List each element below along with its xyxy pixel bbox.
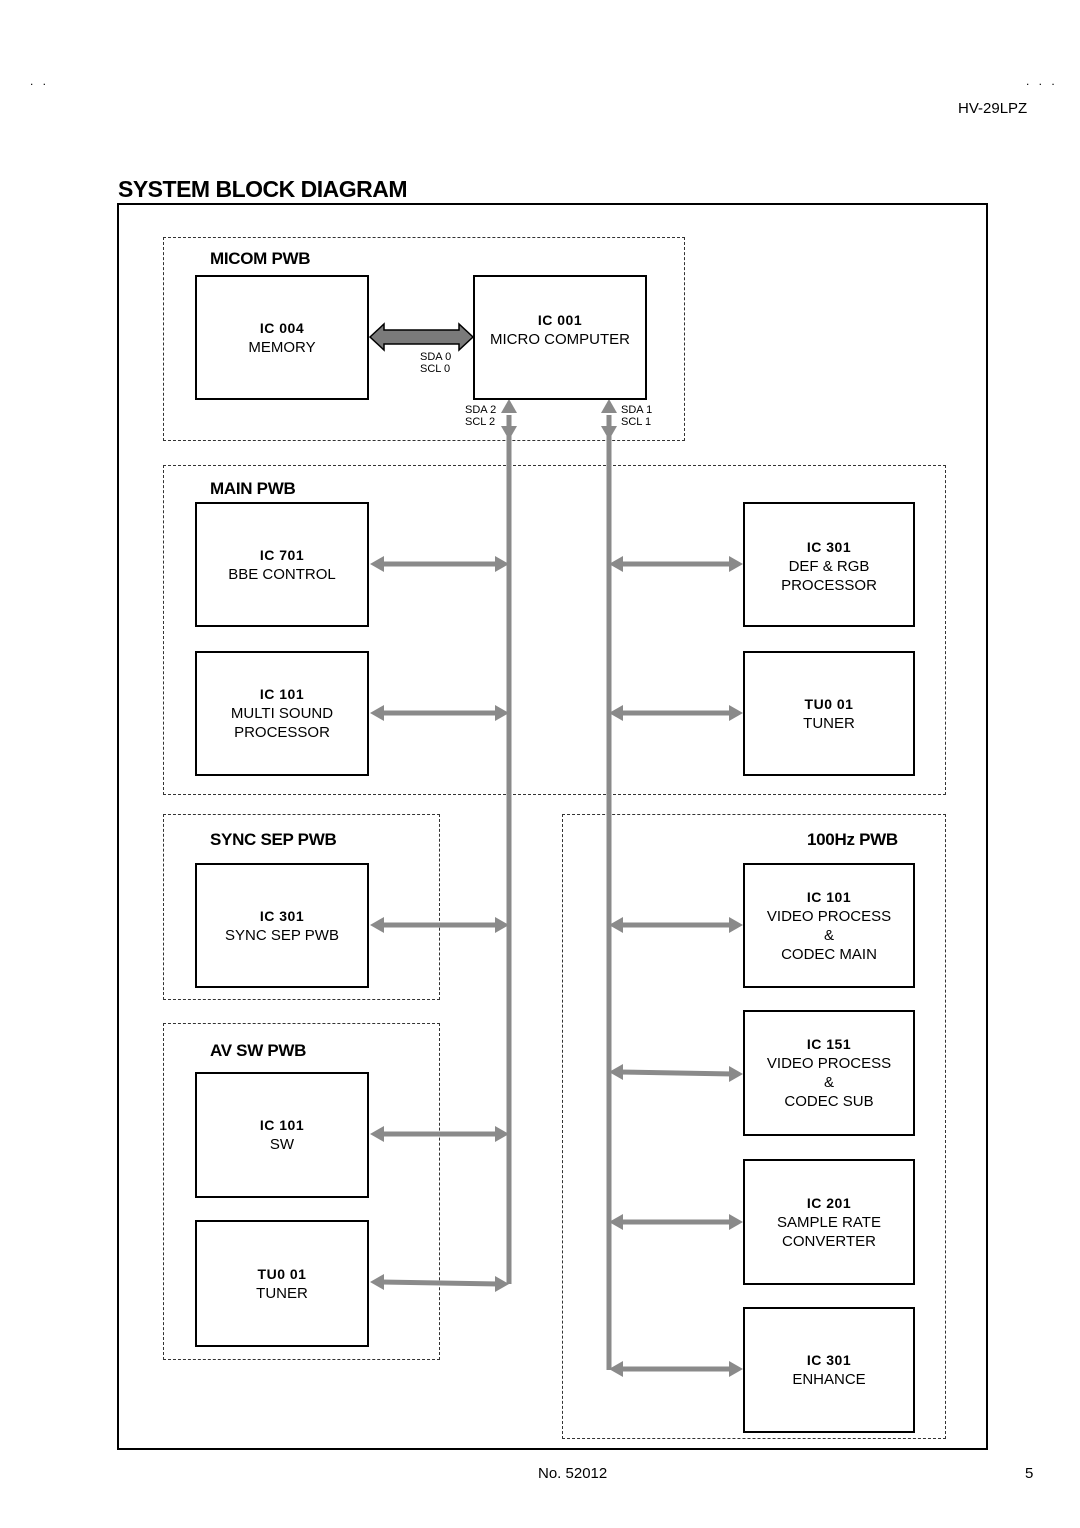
chip-id: IC 101 — [259, 686, 305, 702]
signal-label-bus1: SDA 1 SCL 1 — [621, 404, 652, 428]
chip-ic201-sample-rate: IC 201 SAMPLE RATE CONVERTER — [743, 1159, 915, 1285]
signal-sda2: SDA 2 — [465, 404, 497, 416]
chip-function: SW — [269, 1136, 295, 1153]
chip-function-line2: & — [823, 1074, 834, 1091]
chip-function-line2: PROCESSOR — [781, 577, 877, 594]
bus1-branch-ic301-def-head-right — [729, 556, 743, 572]
chip-ic301-sync-sep: IC 301 SYNC SEP PWB — [195, 863, 369, 988]
bus2-branch-sync-sep-head-left — [370, 917, 384, 933]
document-number: No. 52012 — [538, 1465, 608, 1482]
bus2-head-up — [501, 399, 517, 413]
chip-id: IC 101 — [806, 888, 852, 905]
chip-id: IC 001 — [537, 312, 583, 328]
signal-scl1: SCL 1 — [621, 416, 652, 428]
bus2-head-down — [501, 426, 517, 440]
chip-function-line1: MULTI SOUND — [230, 705, 334, 722]
bus2-branch-ic701-head-left — [370, 556, 384, 572]
chip-id: IC 301 — [259, 907, 305, 924]
bus2-branch-tuner-shaft — [379, 1279, 500, 1287]
chip-ic004-memory: IC 004 MEMORY — [195, 275, 369, 400]
signal-label-bus2: SDA 2 SCL 2 — [465, 404, 496, 428]
chip-function-line2: & — [823, 926, 834, 944]
chip-function: SYNC SEP PWB — [225, 926, 339, 944]
bus0-arrow — [368, 322, 475, 352]
chip-ic701-bbe-control: IC 701 BBE CONTROL — [195, 502, 369, 627]
chip-id: IC 101 — [259, 1117, 305, 1133]
chip-function-line1: DEF & RGB — [788, 558, 870, 575]
bus1-branch-codec-sub-head-right — [729, 1066, 743, 1082]
chip-id: IC 701 — [259, 546, 305, 563]
chip-function-line1: VIDEO PROCESS — [766, 907, 892, 925]
bus1-head-down — [601, 426, 617, 440]
signal-sda0: SDA 0 — [420, 351, 452, 363]
bus1-branch-codec-main-head-right — [729, 917, 743, 933]
bus1-branch-src-head-right — [729, 1214, 743, 1230]
page-number: 5 — [1025, 1465, 1034, 1482]
chip-function: TUNER — [803, 714, 855, 732]
bus2-branch-tuner-head-left — [370, 1274, 384, 1290]
chip-ic101-sw: IC 101 SW — [195, 1072, 369, 1198]
bus1-head-up — [601, 399, 617, 413]
chip-ic301-enhance: IC 301 ENHANCE — [743, 1307, 915, 1433]
chip-id: TU0 01 — [804, 695, 854, 712]
chip-function: BBE CONTROL — [228, 565, 336, 583]
chip-function-line1: VIDEO PROCESS — [766, 1055, 892, 1072]
chip-id: IC 201 — [806, 1194, 852, 1211]
bus2-branch-sw-head-left — [370, 1126, 384, 1142]
signal-sda1: SDA 1 — [621, 404, 653, 416]
chip-tu001-tuner-main: TU0 01 TUNER — [743, 651, 915, 776]
signal-scl0: SCL 0 — [420, 363, 451, 375]
chip-function-line2: CONVERTER — [782, 1232, 876, 1250]
chip-function: TUNER — [256, 1284, 308, 1302]
chip-function: MEMORY — [248, 338, 316, 356]
chip-ic301-def-rgb: IC 301 DEF & RGB PROCESSOR — [743, 502, 915, 627]
chip-function: MICRO COMPUTER — [490, 331, 630, 348]
signal-scl2: SCL 2 — [465, 416, 496, 428]
bus1-branch-tuner-head-right — [729, 705, 743, 721]
chip-id: IC 301 — [806, 1352, 852, 1368]
chip-function: ENHANCE — [792, 1371, 866, 1388]
chip-ic001-micro-computer: IC 001 MICRO COMPUTER — [473, 275, 647, 400]
chip-id: IC 151 — [806, 1036, 852, 1052]
chip-ic101-multi-sound: IC 101 MULTI SOUND PROCESSOR — [195, 651, 369, 776]
chip-function-line1: SAMPLE RATE — [777, 1213, 881, 1231]
bus1-branch-codec-sub-shaft — [618, 1069, 734, 1077]
chip-id: TU0 01 — [257, 1265, 307, 1282]
chip-function-line3: CODEC SUB — [784, 1093, 874, 1110]
chip-ic151-codec-sub: IC 151 VIDEO PROCESS & CODEC SUB — [743, 1010, 915, 1136]
chip-tu001-tuner-avsw: TU0 01 TUNER — [195, 1220, 369, 1347]
chip-function-line3: CODEC MAIN — [781, 945, 877, 963]
bus1-branch-enhance-head-right — [729, 1361, 743, 1377]
chip-function-line2: PROCESSOR — [234, 724, 330, 741]
signal-label-bus0: SDA 0 SCL 0 — [420, 351, 451, 375]
bus2-branch-ic101-sound-head-left — [370, 705, 384, 721]
chip-ic101-codec-main: IC 101 VIDEO PROCESS & CODEC MAIN — [743, 863, 915, 988]
bus-lines — [368, 322, 743, 1377]
chip-id: IC 004 — [259, 319, 305, 336]
chip-id: IC 301 — [806, 539, 852, 555]
